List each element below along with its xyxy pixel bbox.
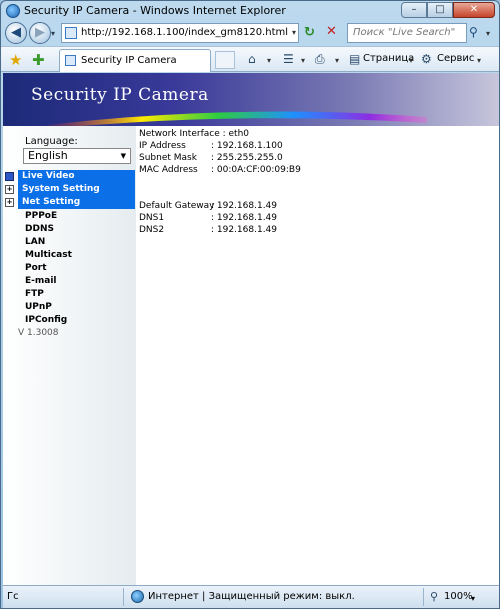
ie-icon	[6, 4, 20, 18]
video-camera-icon	[5, 172, 14, 181]
tab-label: Security IP Camera	[81, 55, 177, 66]
info-key: Default Gateway	[139, 201, 215, 211]
window-buttons: – □ ✕	[401, 2, 495, 18]
submenu-ipconfig[interactable]: IPConfig	[25, 315, 67, 325]
language-select[interactable]: English ▼	[23, 148, 131, 164]
zoom-level[interactable]: 100%	[444, 591, 473, 602]
info-value: : 255.255.255.0	[211, 153, 283, 163]
banner: Security IP Camera	[3, 73, 499, 126]
info-value: : 192.168.1.49	[211, 225, 278, 235]
feeds-icon[interactable]: ☰	[283, 52, 294, 66]
new-tab-button[interactable]	[215, 51, 235, 69]
submenu-multicast[interactable]: Multicast	[25, 250, 72, 260]
info-value: : 192.168.1.49	[211, 213, 278, 223]
status-text: Гс	[7, 591, 19, 602]
submenu-port[interactable]: Port	[25, 263, 47, 273]
add-favorites-icon[interactable]: ✚	[32, 51, 45, 69]
menu-net-setting[interactable]: Net Setting	[18, 196, 135, 209]
page-content: Security IP Camera Language: English ▼ L…	[3, 73, 499, 585]
page-icon: ▤	[349, 52, 361, 66]
search-placeholder: Поиск "Live Search"	[353, 27, 456, 38]
network-interface-row: Network Interface : eth0	[139, 128, 249, 140]
address-bar[interactable]: http://192.168.1.100/index_gm8120.html ▾	[61, 23, 299, 43]
submenu-email[interactable]: E-mail	[25, 276, 57, 286]
search-icon[interactable]: ⚲	[469, 25, 478, 39]
language-value: English	[28, 149, 68, 162]
browser-window: Security IP Camera - Windows Internet Ex…	[0, 0, 500, 609]
sidebar: Language: English ▼ Live Video + System …	[3, 126, 136, 585]
submenu-ddns[interactable]: DDNS	[25, 224, 54, 234]
status-bar: Гс Интернет | Защищенный режим: выкл. ⚲ …	[3, 585, 499, 608]
print-dropdown[interactable]: ▾	[335, 56, 339, 65]
tools-menu-dropdown[interactable]: ▾	[477, 56, 481, 65]
tools-menu[interactable]: Сервис	[437, 53, 474, 64]
info-key: DNS1	[139, 213, 165, 223]
language-label: Language:	[25, 136, 78, 147]
info-key: DNS2	[139, 225, 165, 235]
tab-security-ip-camera[interactable]: Security IP Camera	[59, 49, 211, 72]
favorites-star-icon[interactable]: ★	[9, 51, 22, 69]
minimize-button[interactable]: –	[401, 2, 427, 18]
maximize-button[interactable]: □	[427, 2, 453, 18]
menu-system-setting[interactable]: System Setting	[18, 183, 135, 196]
info-key: Subnet Mask	[139, 153, 197, 163]
search-options-dropdown[interactable]: ▾	[486, 29, 490, 38]
expand-icon[interactable]: +	[5, 185, 14, 194]
status-divider	[423, 588, 424, 606]
print-icon[interactable]: ⎙	[315, 52, 325, 67]
refresh-icon[interactable]: ↻	[304, 25, 315, 40]
zoom-icon[interactable]: ⚲	[430, 590, 438, 603]
info-key: MAC Address	[139, 165, 198, 175]
window-title: Security IP Camera - Windows Internet Ex…	[24, 4, 286, 17]
title-bar: Security IP Camera - Windows Internet Ex…	[1, 1, 499, 21]
page-menu-dropdown[interactable]: ▾	[409, 56, 413, 65]
firmware-version: V 1.3008	[18, 328, 59, 338]
banner-title: Security IP Camera	[31, 85, 209, 105]
status-divider	[123, 588, 124, 606]
menu-live-video[interactable]: Live Video	[18, 170, 135, 183]
home-icon[interactable]: ⌂	[248, 52, 256, 66]
gear-icon: ⚙	[421, 52, 432, 66]
chevron-down-icon[interactable]: ▼	[121, 152, 126, 160]
forward-button[interactable]: ▶	[29, 22, 51, 44]
security-zone[interactable]: Интернет | Защищенный режим: выкл.	[148, 591, 355, 602]
info-value: : eth0	[222, 129, 249, 139]
address-url[interactable]: http://192.168.1.100/index_gm8120.html	[81, 27, 288, 38]
info-value: : 192.168.1.100	[211, 141, 283, 151]
page-icon	[65, 55, 76, 66]
submenu-pppoe[interactable]: PPPoE	[25, 211, 57, 221]
feeds-dropdown[interactable]: ▾	[301, 56, 305, 65]
info-key: Network Interface	[139, 129, 220, 139]
page-icon	[65, 27, 77, 39]
info-value: : 192.168.1.49	[211, 201, 278, 211]
stop-icon[interactable]: ✕	[326, 24, 337, 39]
submenu-upnp[interactable]: UPnP	[25, 302, 52, 312]
rainbow-swoosh	[47, 111, 427, 126]
recent-pages-dropdown[interactable]: ▾	[51, 29, 55, 38]
page-menu[interactable]: Страница	[363, 53, 414, 64]
close-button[interactable]: ✕	[453, 2, 495, 18]
zoom-dropdown[interactable]: ▾	[471, 594, 475, 603]
expand-icon[interactable]: +	[5, 198, 14, 207]
submenu-ftp[interactable]: FTP	[25, 289, 44, 299]
back-button[interactable]: ◀	[5, 22, 27, 44]
submenu-lan[interactable]: LAN	[25, 237, 45, 247]
info-value: : 00:0A:CF:00:09:B9	[211, 165, 301, 175]
command-bar: ★ ✚ Security IP Camera ⌂ ▾ ☰ ▾ ⎙ ▾ ▤ Стр…	[1, 46, 499, 72]
globe-icon	[131, 590, 144, 603]
address-dropdown-icon[interactable]: ▾	[292, 28, 296, 37]
navigation-bar: ◀ ▶ ▾ http://192.168.1.100/index_gm8120.…	[1, 21, 499, 45]
info-key: IP Address	[139, 141, 186, 151]
search-input[interactable]: Поиск "Live Search"	[347, 23, 467, 43]
home-dropdown[interactable]: ▾	[267, 56, 271, 65]
